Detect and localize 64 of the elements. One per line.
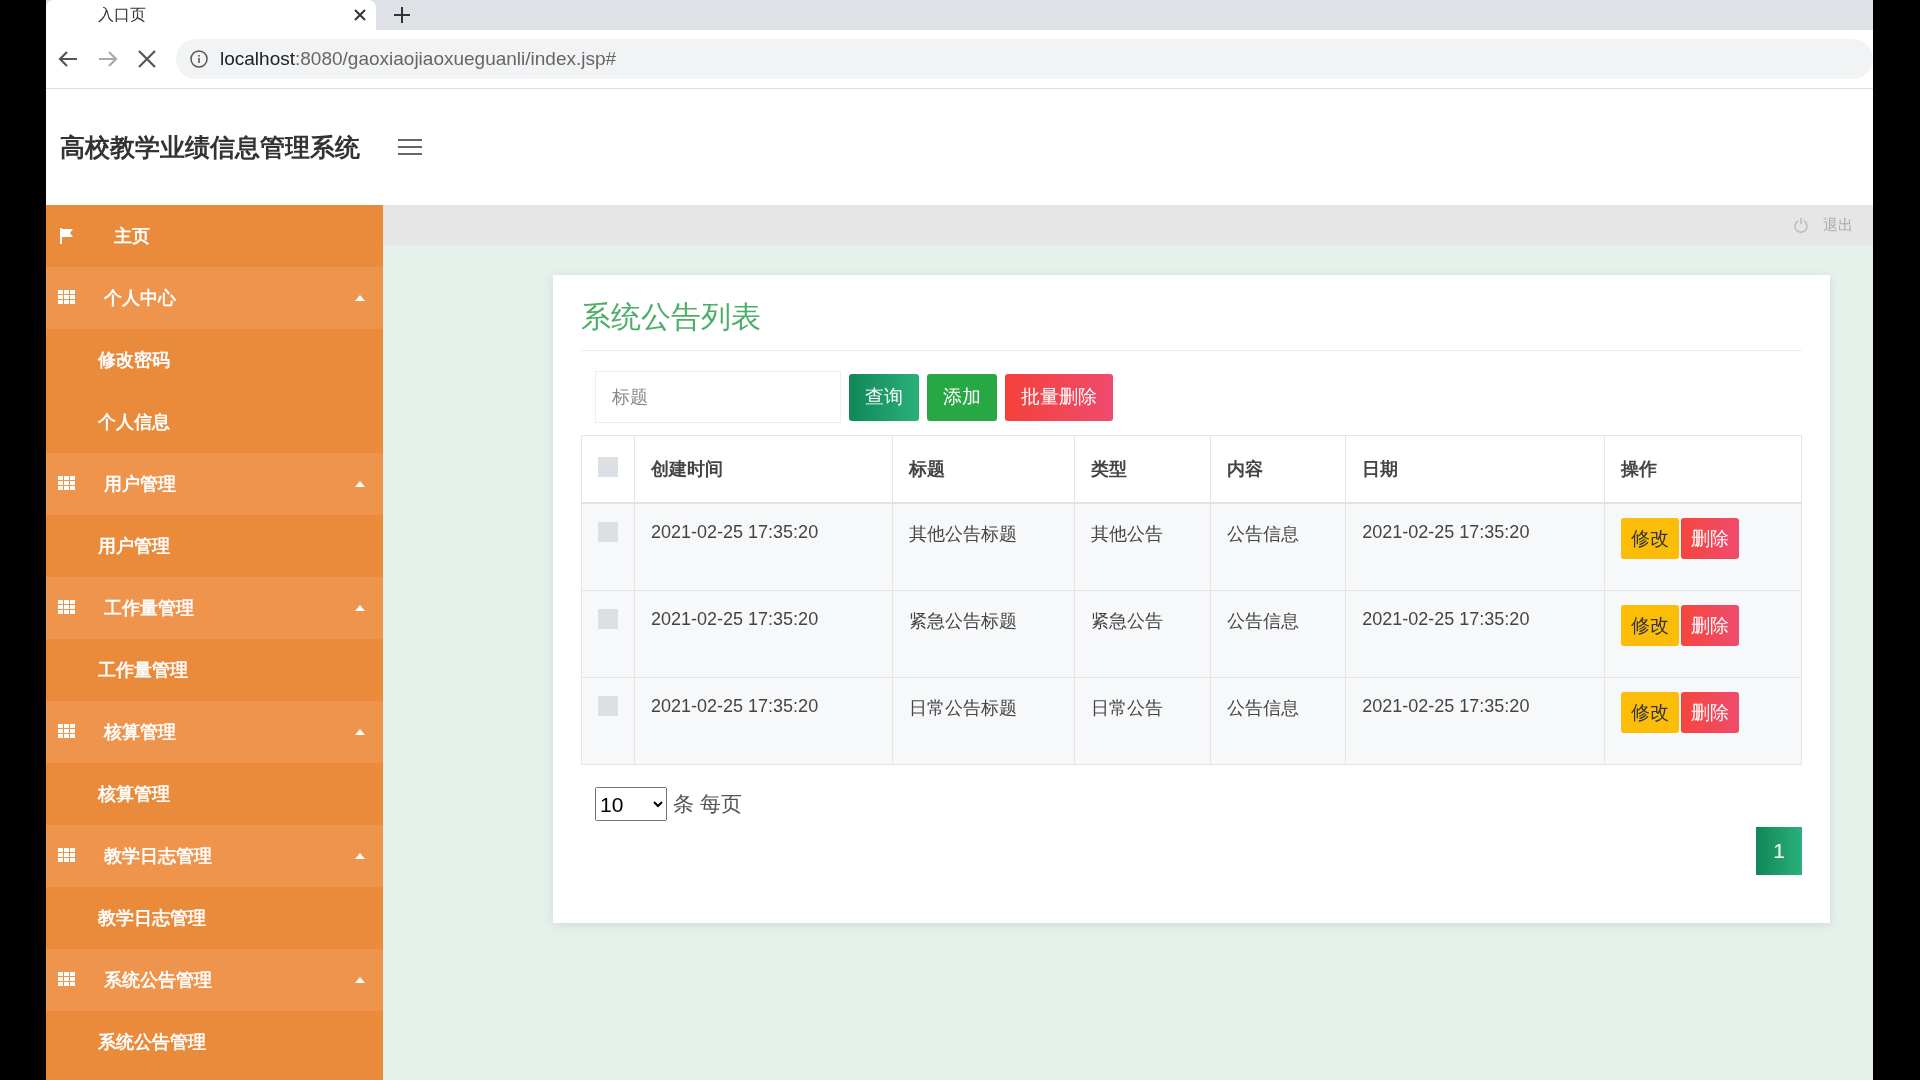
sidebar-group[interactable]: 个人中心 [46, 267, 383, 329]
plus-icon[interactable] [394, 7, 410, 23]
table-cell: 日常公告 [1074, 677, 1211, 765]
card-title: 系统公告列表 [581, 297, 1802, 351]
grid-icon [58, 600, 76, 616]
caret-icon [355, 853, 365, 859]
grid-icon [58, 290, 76, 306]
delete-button[interactable]: 删除 [1680, 518, 1739, 559]
page-button[interactable]: 1 [1756, 827, 1802, 875]
browser-tab[interactable]: 入口页 [46, 0, 376, 30]
table-cell: 紧急公告 [1074, 590, 1211, 678]
table-cell: 公告信息 [1210, 503, 1346, 591]
table-cell: 其他公告标题 [892, 503, 1075, 591]
checkbox[interactable] [598, 696, 618, 716]
edit-button[interactable]: 修改 [1620, 605, 1679, 646]
table-cell: 紧急公告标题 [892, 590, 1075, 678]
sidebar-group[interactable]: 用户管理 [46, 453, 383, 515]
caret-icon [355, 729, 365, 735]
table-cell: 2021-02-25 17:35:20 [1345, 677, 1605, 765]
caret-icon [355, 605, 365, 611]
back-icon[interactable] [58, 50, 78, 68]
sidebar-group[interactable]: 工作量管理 [46, 577, 383, 639]
grid-icon [58, 724, 76, 740]
table-cell: 公告信息 [1210, 677, 1346, 765]
logout-link[interactable]: 退出 [1793, 215, 1853, 235]
delete-button[interactable]: 批量删除 [1005, 373, 1113, 421]
address-bar[interactable]: localhost:8080/gaoxiaojiaoxueguanli/index.jsp# [176, 39, 1873, 79]
sidebar-group[interactable]: 系统公告管理 [46, 949, 383, 1011]
table-cell: 公告信息 [1210, 590, 1346, 678]
checkbox[interactable] [598, 456, 618, 477]
delete-button[interactable]: 删除 [1680, 692, 1739, 733]
info-icon [190, 50, 208, 68]
grid-icon [58, 476, 76, 492]
table-cell: 2021-02-25 17:35:20 [1345, 590, 1605, 678]
grid-icon [58, 848, 76, 864]
close-icon[interactable] [354, 9, 366, 21]
caret-icon [355, 481, 365, 487]
add-button[interactable]: 添加 [927, 373, 997, 421]
sidebar-group[interactable]: 教学日志管理 [46, 825, 383, 887]
menu-icon[interactable] [398, 138, 422, 156]
table-cell: 其他公告 [1074, 503, 1211, 591]
table-cell: 2021-02-25 17:35:20 [634, 503, 893, 591]
url-text: localhost:8080/gaoxiaojiaoxueguanli/index.jsp# [220, 48, 617, 70]
grid-icon [58, 972, 76, 988]
stop-icon[interactable] [138, 50, 156, 68]
power-icon [1793, 217, 1809, 233]
table-cell: 2021-02-25 17:35:20 [634, 590, 893, 678]
checkbox[interactable] [598, 609, 618, 629]
checkbox[interactable] [598, 522, 618, 542]
caret-icon [355, 295, 365, 301]
flag-icon [58, 227, 76, 245]
query-button[interactable]: 查询 [849, 373, 919, 421]
table-cell: 日常公告标题 [892, 677, 1075, 765]
page-size-select[interactable]: 10 [595, 787, 667, 821]
app-title: 高校教学业绩信息管理系统 [60, 131, 360, 163]
edit-button[interactable]: 修改 [1620, 518, 1679, 559]
edit-button[interactable]: 修改 [1620, 692, 1679, 733]
table-cell: 2021-02-25 17:35:20 [634, 677, 893, 765]
delete-button[interactable]: 删除 [1680, 605, 1739, 646]
search-field[interactable]: 标题 [595, 371, 841, 423]
sidebar-group[interactable]: 核算管理 [46, 701, 383, 763]
table-cell: 2021-02-25 17:35:20 [1345, 503, 1605, 591]
caret-icon [355, 977, 365, 983]
page-size-label: 条 每页 [673, 791, 742, 817]
